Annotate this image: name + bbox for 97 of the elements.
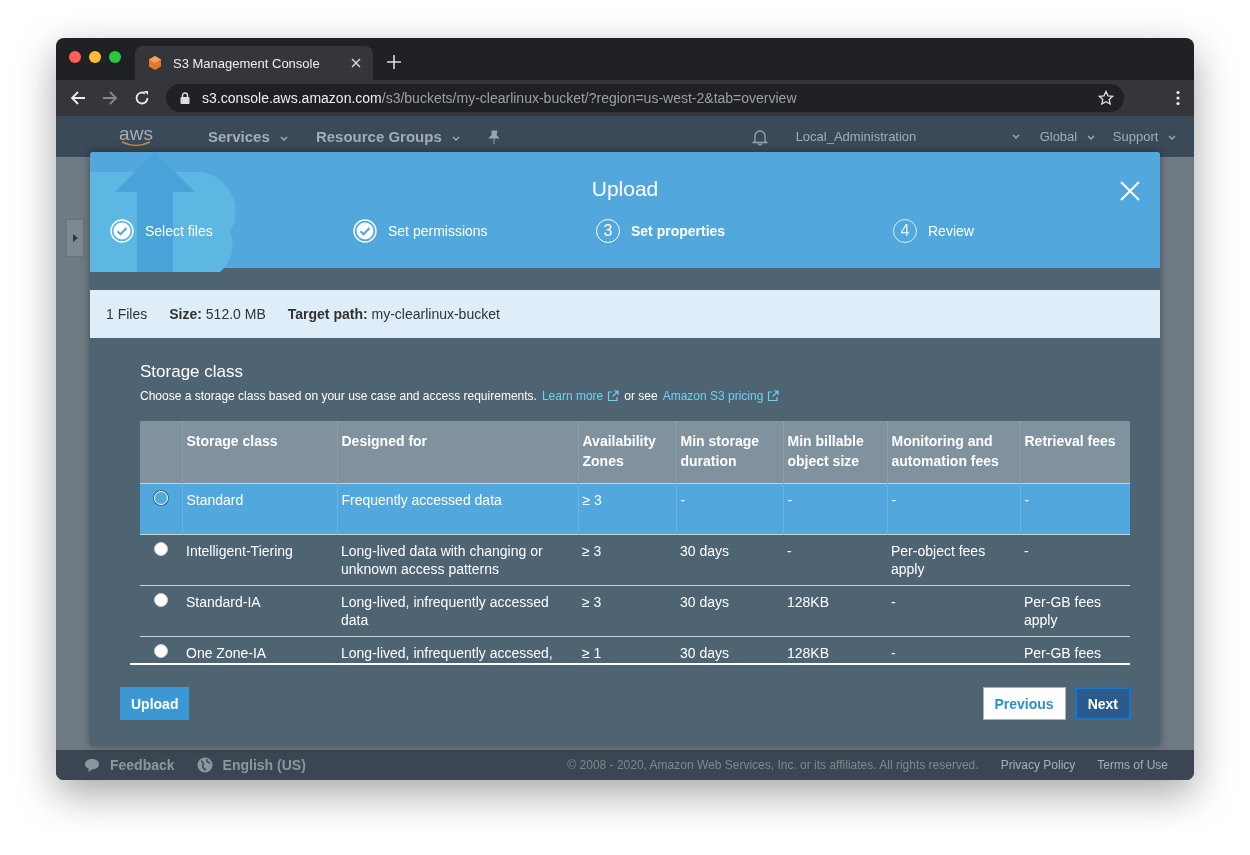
minimize-light-icon[interactable] bbox=[89, 51, 101, 63]
address-bar[interactable]: s3.console.aws.amazon.com/s3/buckets/my-clearlinux-bucket/?region=us-west-2&tab=overview bbox=[166, 84, 1124, 112]
table-cell: - bbox=[787, 543, 792, 559]
table-cell: ≥ 3 bbox=[582, 594, 602, 610]
cube-icon bbox=[147, 55, 163, 71]
zoom-light-icon[interactable] bbox=[109, 51, 121, 63]
radio-button[interactable] bbox=[154, 542, 168, 556]
column-header: Min storage duration bbox=[676, 421, 783, 484]
caret-icon bbox=[1086, 135, 1095, 141]
table-cell: - bbox=[787, 492, 793, 508]
section-title: Storage class bbox=[140, 362, 244, 382]
table-cell: 128KB bbox=[787, 594, 830, 610]
column-header: Min billable object size bbox=[783, 421, 887, 484]
caret-icon bbox=[451, 135, 460, 141]
table-cell: Standard-IA bbox=[186, 594, 261, 610]
table-cell: Long-lived, infrequently accessed, bbox=[341, 645, 553, 661]
previous-button[interactable]: Previous bbox=[982, 687, 1066, 720]
wizard-step[interactable]: 4 Review bbox=[893, 219, 1136, 243]
column-header: Availability Zones bbox=[578, 421, 676, 484]
copyright-text: © 2008 - 2020, Amazon Web Services, Inc. or its affiliates. All rights reserved. bbox=[567, 758, 979, 772]
table-cell: Per-GB fees apply bbox=[1024, 594, 1102, 628]
table-cell: - bbox=[891, 594, 896, 610]
wizard-step[interactable]: Set permissions bbox=[353, 219, 596, 243]
file-count: 1 Files bbox=[106, 306, 148, 322]
external-link-icon bbox=[767, 390, 780, 402]
browser-tab[interactable]: S3 Management Console bbox=[135, 46, 373, 80]
column-header: Storage class bbox=[182, 421, 337, 484]
or-see-text: or see bbox=[624, 389, 658, 403]
caret-icon bbox=[279, 135, 288, 141]
next-button[interactable]: Next bbox=[1074, 687, 1131, 720]
table-cell: 128KB bbox=[787, 645, 830, 661]
table-cell: Frequently accessed data bbox=[341, 492, 502, 508]
table-cell: - bbox=[891, 645, 896, 661]
table-cell: - bbox=[1024, 492, 1030, 508]
close-icon[interactable] bbox=[351, 58, 361, 68]
table-cell: Per-GB fees bbox=[1024, 645, 1102, 661]
radio-button[interactable] bbox=[154, 593, 168, 607]
table-cell: ≥ 3 bbox=[582, 543, 602, 559]
nav-menu[interactable]: Resource Groups bbox=[315, 128, 468, 145]
plus-icon[interactable] bbox=[387, 55, 401, 69]
caret-icon[interactable] bbox=[1011, 134, 1020, 139]
storage-class-row[interactable]: Standard Frequently accessed data ≥ 3 - - - - bbox=[140, 483, 1130, 535]
table-cell: Long-lived, infrequently accessed data bbox=[341, 594, 549, 628]
url-text: s3.console.aws.amazon.com/s3/buckets/my-clearlinux-bucket/?region=us-west-2&tab=overview bbox=[202, 90, 798, 106]
globe-icon bbox=[196, 757, 213, 773]
table-cell: - bbox=[1024, 543, 1029, 559]
check-circle-icon bbox=[110, 219, 134, 243]
column-header: Retrieval fees bbox=[1020, 421, 1130, 484]
account-menu[interactable]: Local_Administration bbox=[795, 129, 1006, 144]
table-cell: Per-object fees apply bbox=[891, 543, 986, 577]
table-cell: Long-lived data with changing or unknown access patterns bbox=[341, 543, 543, 577]
back-arrow-icon[interactable] bbox=[70, 90, 86, 106]
storage-class-row[interactable]: Intelligent-Tiering Long-lived data with changing or unknown access patterns ≥ 3 30 days - Per-object fees apply - bbox=[140, 534, 1130, 586]
dialog-title: Upload bbox=[591, 177, 659, 201]
storage-class-row[interactable]: Standard-IA Long-lived, infrequently accessed data ≥ 3 30 days 128KB - Per-GB fees apply bbox=[140, 585, 1130, 637]
table-cell: ≥ 1 bbox=[582, 645, 602, 661]
target-path: Target path: my-clearlinux-bucket bbox=[287, 306, 500, 322]
star-icon[interactable] bbox=[1098, 90, 1114, 106]
upload-size: Size: 512.0 MB bbox=[169, 306, 266, 322]
aws-logo[interactable]: aws bbox=[114, 126, 158, 147]
table-cell: One Zone-IA bbox=[186, 645, 267, 661]
language-selector[interactable]: English (US) bbox=[196, 757, 306, 773]
table-cell: Standard bbox=[186, 492, 244, 508]
description-text: Choose a storage class based on your use case and access requirements. bbox=[140, 389, 537, 403]
external-link-icon bbox=[607, 390, 620, 402]
radio-button[interactable] bbox=[154, 644, 168, 658]
check-circle-icon bbox=[353, 219, 377, 243]
table-cell: - bbox=[891, 492, 897, 508]
region-menu[interactable]: Global bbox=[1039, 129, 1103, 144]
pin-icon[interactable] bbox=[487, 129, 500, 144]
wizard-step[interactable]: Select files bbox=[110, 219, 353, 243]
learn-more-link[interactable]: Learn more bbox=[541, 389, 620, 403]
upload-button[interactable]: Upload bbox=[120, 687, 190, 720]
table-cell: - bbox=[680, 492, 686, 508]
table-cell: ≥ 3 bbox=[582, 492, 602, 508]
reload-icon[interactable] bbox=[134, 90, 150, 106]
forward-arrow-icon[interactable] bbox=[102, 90, 118, 106]
column-header: Monitoring and automation fees bbox=[887, 421, 1020, 484]
footer-link[interactable]: Terms of Use bbox=[1097, 758, 1168, 772]
table-cell: Intelligent-Tiering bbox=[186, 543, 293, 559]
table-cell: 30 days bbox=[680, 645, 730, 661]
pricing-link[interactable]: Amazon S3 pricing bbox=[662, 389, 780, 403]
wizard-step[interactable]: 3 Set properties bbox=[596, 219, 893, 243]
table-cell: 30 days bbox=[680, 543, 730, 559]
more-menu-icon[interactable] bbox=[1176, 90, 1180, 106]
side-panel-handle[interactable] bbox=[66, 219, 84, 257]
feedback-link[interactable]: Feedback bbox=[84, 757, 175, 773]
nav-menu[interactable]: Services bbox=[208, 128, 296, 145]
footer-link[interactable]: Privacy Policy bbox=[1000, 758, 1076, 772]
support-menu[interactable]: Support bbox=[1112, 129, 1184, 144]
speech-bubble-icon bbox=[84, 757, 100, 773]
close-light-icon[interactable] bbox=[69, 51, 81, 63]
bell-icon[interactable] bbox=[751, 127, 768, 146]
column-header: Designed for bbox=[337, 421, 578, 484]
caret-icon bbox=[1168, 135, 1176, 141]
table-cell: 30 days bbox=[680, 594, 730, 610]
lock-icon bbox=[180, 92, 190, 104]
